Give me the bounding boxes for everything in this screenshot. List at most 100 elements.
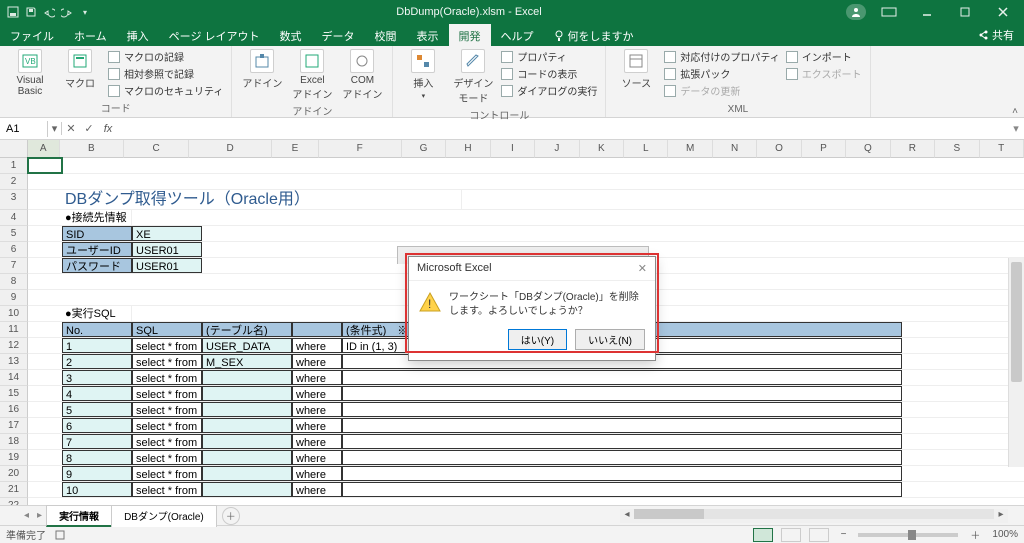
- th-no[interactable]: No.: [62, 322, 132, 337]
- col-header-D[interactable]: D: [189, 140, 272, 158]
- add-sheet-button[interactable]: ＋: [222, 507, 240, 525]
- col-header-Q[interactable]: Q: [846, 140, 890, 158]
- conn-label[interactable]: ユーザーID: [62, 242, 132, 257]
- td-cond[interactable]: [342, 450, 902, 465]
- conn-header[interactable]: ●接続先情報: [62, 210, 132, 225]
- td-cond[interactable]: [342, 386, 902, 401]
- conn-value[interactable]: USER01: [132, 258, 202, 273]
- qatdropdown-icon[interactable]: ▾: [78, 5, 92, 19]
- td-where[interactable]: where: [292, 418, 342, 433]
- col-header-N[interactable]: N: [713, 140, 757, 158]
- conn-label[interactable]: パスワード: [62, 258, 132, 273]
- td-table[interactable]: [202, 402, 292, 417]
- conn-value[interactable]: USER01: [132, 242, 202, 257]
- row-header-2[interactable]: 2: [0, 174, 28, 190]
- col-header-T[interactable]: T: [980, 140, 1024, 158]
- col-header-O[interactable]: O: [757, 140, 801, 158]
- td-no[interactable]: 8: [62, 450, 132, 465]
- hscroll-thumb[interactable]: [634, 509, 704, 519]
- row-header-15[interactable]: 15: [0, 386, 28, 402]
- td-where[interactable]: where: [292, 386, 342, 401]
- tell-me[interactable]: 何をしますか: [544, 24, 644, 46]
- row-header-12[interactable]: 12: [0, 338, 28, 354]
- td-table[interactable]: M_SEX: [202, 354, 292, 369]
- td-table[interactable]: [202, 450, 292, 465]
- tab-数式[interactable]: 数式: [270, 24, 312, 46]
- select-all-corner[interactable]: [0, 140, 28, 158]
- run-dialog-button[interactable]: ダイアログの実行: [501, 83, 597, 98]
- sql-header[interactable]: ●実行SQL: [62, 306, 132, 321]
- name-box[interactable]: A1: [0, 121, 48, 137]
- com-addin-button[interactable]: COM アドイン: [340, 49, 384, 101]
- dialog-close-icon[interactable]: ✕: [638, 262, 647, 275]
- td-sql[interactable]: select * from: [132, 434, 202, 449]
- sheet-tab-1[interactable]: DBダンプ(Oracle): [111, 505, 217, 527]
- col-header-L[interactable]: L: [624, 140, 668, 158]
- row-header-10[interactable]: 10: [0, 306, 28, 322]
- fx-icon[interactable]: fx: [98, 123, 118, 135]
- ribbon-options-icon[interactable]: [874, 0, 904, 24]
- row-header-1[interactable]: 1: [0, 158, 28, 174]
- cancel-fx-icon[interactable]: ✕: [62, 122, 80, 135]
- tab-開発[interactable]: 開発: [449, 24, 491, 46]
- row-header-4[interactable]: 4: [0, 210, 28, 226]
- td-no[interactable]: 9: [62, 466, 132, 481]
- th-table[interactable]: (テーブル名): [202, 322, 292, 337]
- row-header-21[interactable]: 21: [0, 482, 28, 498]
- conn-label[interactable]: SID: [62, 226, 132, 241]
- zoom-out-icon[interactable]: −: [837, 529, 851, 540]
- td-no[interactable]: 4: [62, 386, 132, 401]
- column-headers[interactable]: ABCDEFGHIJKLMNOPQRST: [28, 140, 1024, 158]
- macro-button[interactable]: マクロ: [58, 49, 102, 90]
- vertical-scrollbar[interactable]: [1008, 258, 1024, 467]
- dialog-no-button[interactable]: いいえ(N): [575, 329, 645, 350]
- col-header-K[interactable]: K: [580, 140, 624, 158]
- tab-ホーム[interactable]: ホーム: [64, 24, 117, 46]
- namebox-dropdown-icon[interactable]: ▾: [48, 122, 62, 135]
- insert-control-button[interactable]: 挿入▾: [401, 49, 445, 100]
- col-header-A[interactable]: A: [28, 140, 60, 158]
- col-header-F[interactable]: F: [319, 140, 402, 158]
- row-header-3[interactable]: 3: [0, 190, 28, 210]
- td-where[interactable]: where: [292, 482, 342, 497]
- td-where[interactable]: where: [292, 338, 342, 353]
- td-sql[interactable]: select * from: [132, 466, 202, 481]
- import-button[interactable]: インポート: [786, 49, 862, 64]
- th-sql[interactable]: SQL: [132, 322, 202, 337]
- row-header-18[interactable]: 18: [0, 434, 28, 450]
- td-cond[interactable]: [342, 434, 902, 449]
- record-macro-button[interactable]: マクロの記録: [108, 49, 223, 64]
- xml-source-button[interactable]: ソース: [614, 49, 658, 90]
- td-sql[interactable]: select * from: [132, 418, 202, 433]
- col-header-H[interactable]: H: [446, 140, 490, 158]
- visual-basic-button[interactable]: VB Visual Basic: [8, 49, 52, 97]
- td-table[interactable]: USER_DATA: [202, 338, 292, 353]
- td-sql[interactable]: select * from: [132, 482, 202, 497]
- td-where[interactable]: where: [292, 354, 342, 369]
- td-no[interactable]: 2: [62, 354, 132, 369]
- excel-addin-button[interactable]: Excel アドイン: [290, 49, 334, 101]
- collapse-ribbon-icon[interactable]: ˄: [1006, 46, 1024, 117]
- sheet-title[interactable]: DBダンプ取得ツール（Oracle用）: [62, 190, 462, 209]
- td-table[interactable]: [202, 466, 292, 481]
- td-no[interactable]: 7: [62, 434, 132, 449]
- td-cond[interactable]: [342, 418, 902, 433]
- col-header-C[interactable]: C: [124, 140, 189, 158]
- row-header-20[interactable]: 20: [0, 466, 28, 482]
- formula-input[interactable]: [118, 127, 1008, 131]
- row-header-6[interactable]: 6: [0, 242, 28, 258]
- undo-icon[interactable]: [42, 5, 56, 19]
- td-no[interactable]: 10: [62, 482, 132, 497]
- horizontal-scrollbar[interactable]: ◂▸: [620, 509, 1008, 523]
- td-table[interactable]: [202, 482, 292, 497]
- tab-ファイル[interactable]: ファイル: [0, 24, 64, 46]
- sheet-tab-0[interactable]: 実行情報: [46, 505, 112, 527]
- td-no[interactable]: 5: [62, 402, 132, 417]
- row-header-17[interactable]: 17: [0, 418, 28, 434]
- td-sql[interactable]: select * from: [132, 450, 202, 465]
- td-sql[interactable]: select * from: [132, 402, 202, 417]
- col-header-P[interactable]: P: [802, 140, 846, 158]
- row-header-19[interactable]: 19: [0, 450, 28, 466]
- td-where[interactable]: where: [292, 434, 342, 449]
- accept-fx-icon[interactable]: ✓: [80, 122, 98, 135]
